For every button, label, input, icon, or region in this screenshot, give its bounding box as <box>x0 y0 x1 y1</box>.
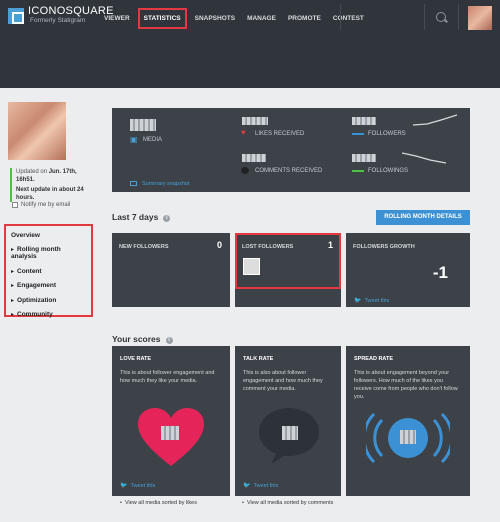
profile-update-info: Updated on Jun. 17th, 16h51. Next update… <box>10 168 94 202</box>
summary-snapshot-link[interactable]: Summary snapshot <box>130 181 189 187</box>
tweet-growth-link[interactable]: 🐦 Tweet this <box>354 297 389 304</box>
talk-rate-value-blurred <box>282 426 298 440</box>
last7-title: Last 7 days i <box>112 212 171 222</box>
twitter-icon: 🐦 <box>354 298 362 304</box>
menu-rolling-month[interactable]: Rolling month analysis <box>11 246 86 260</box>
nav-contest[interactable]: CONTEST <box>327 8 370 29</box>
spread-rate-card: SPREAD RATE This is about engagement bey… <box>346 346 470 496</box>
rolling-month-details-button[interactable]: ROLLING MONTH DETAILS <box>376 210 470 225</box>
twitter-icon: 🐦 <box>120 483 128 489</box>
top-navigation-bar: ICONOSQUARE Formerly Statigram VIEWER ST… <box>0 0 500 88</box>
followings-label: FOLLOWINGS <box>368 168 409 174</box>
new-followers-label: NEW FOLLOWERS <box>119 244 169 250</box>
view-all-comments-link[interactable]: View all media sorted by comments <box>242 500 333 506</box>
nav-divider <box>340 4 341 30</box>
tweet-love-link[interactable]: 🐦 Tweet this <box>120 482 155 489</box>
scores-title-text: Your scores <box>112 334 161 344</box>
talk-rate-title: TALK RATE <box>243 356 274 362</box>
followings-arrow-icon <box>352 170 364 172</box>
media-label: MEDIA <box>143 137 163 143</box>
spread-rate-desc: This is about engagement beyond your fol… <box>354 370 458 400</box>
love-rate-card: LOVE RATE This is about follower engagem… <box>112 346 230 496</box>
notify-email-option[interactable]: Notify me by email <box>12 202 70 208</box>
followers-arrow-icon <box>352 133 364 135</box>
tweet-growth-label: Tweet this <box>364 298 390 304</box>
new-followers-box: NEW FOLLOWERS 0 <box>112 233 230 307</box>
followers-growth-box: FOLLOWERS GROWTH -1 <box>346 233 470 307</box>
menu-community[interactable]: Community <box>11 311 86 318</box>
nav-viewer[interactable]: VIEWER <box>98 8 136 29</box>
spread-rate-value-blurred <box>400 430 416 444</box>
search-icon[interactable] <box>436 12 446 22</box>
followers-growth-value: -1 <box>432 263 448 282</box>
next-update: Next update in about 24 hours. <box>16 187 84 201</box>
talk-rate-card: TALK RATE This is also about follower en… <box>235 346 341 496</box>
notify-label: Notify me by email <box>21 202 71 208</box>
menu-content[interactable]: Content <box>11 268 86 275</box>
view-all-likes-link[interactable]: View all media sorted by likes <box>120 500 197 506</box>
scores-title: Your scores i <box>112 334 173 344</box>
followers-trend-icon <box>413 114 457 126</box>
followers-label: FOLLOWERS <box>368 131 406 137</box>
menu-optimization[interactable]: Optimization <box>11 297 86 304</box>
notify-checkbox[interactable] <box>12 202 18 208</box>
profile-avatar <box>8 102 66 160</box>
info-icon[interactable]: i <box>163 215 171 222</box>
talk-rate-desc: This is also about follower engagement a… <box>243 370 323 392</box>
nav-promote[interactable]: PROMOTE <box>282 8 327 29</box>
snapshot-icon <box>130 181 137 187</box>
menu-overview[interactable]: Overview <box>11 232 86 239</box>
nav-statistics[interactable]: STATISTICS <box>137 8 187 29</box>
followers-growth-label: FOLLOWERS GROWTH <box>353 244 415 250</box>
comments-count-blurred <box>242 154 266 162</box>
media-count-blurred <box>130 119 156 131</box>
new-followers-value: 0 <box>216 240 222 250</box>
nav-divider <box>424 4 425 30</box>
followings-trend-icon <box>402 152 446 164</box>
tweet-love-label: Tweet this <box>130 483 156 489</box>
love-rate-title: LOVE RATE <box>120 356 152 362</box>
main-nav: VIEWER STATISTICS SNAPSHOTS MANAGE PROMO… <box>98 8 370 29</box>
user-avatar[interactable] <box>468 6 492 30</box>
nav-divider <box>458 4 459 30</box>
comments-label: COMMENTS RECEIVED <box>255 168 323 174</box>
info-icon[interactable]: i <box>165 337 173 344</box>
heart-icon: ♥ <box>241 128 246 137</box>
love-rate-value-blurred <box>161 426 179 440</box>
side-menu: Overview Rolling month analysis Content … <box>4 224 93 318</box>
camera-icon: ▣ <box>130 135 138 144</box>
followings-count-blurred <box>352 154 376 162</box>
spread-rate-title: SPREAD RATE <box>354 356 394 362</box>
tweet-talk-label: Tweet this <box>253 483 279 489</box>
menu-engagement[interactable]: Engagement <box>11 282 86 289</box>
last7-title-text: Last 7 days <box>112 212 159 222</box>
updated-prefix: Updated on <box>16 169 48 175</box>
nav-snapshots[interactable]: SNAPSHOTS <box>189 8 241 29</box>
updated-line: Updated on Jun. 17th, 16h51. <box>16 168 94 184</box>
twitter-icon: 🐦 <box>243 483 251 489</box>
nav-manage[interactable]: MANAGE <box>241 8 282 29</box>
likes-label: LIKES RECEIVED <box>255 131 305 137</box>
followers-count-blurred <box>352 117 376 125</box>
comment-bubble-icon <box>241 167 249 174</box>
summary-snapshot-label: Summary snapshot <box>142 181 190 187</box>
love-rate-desc: This is about follower engagement and ho… <box>120 370 215 384</box>
likes-count-blurred <box>242 117 268 125</box>
tweet-talk-link[interactable]: 🐦 Tweet this <box>243 482 278 489</box>
lost-follower-thumbnail[interactable] <box>243 258 260 275</box>
logo-icon <box>8 7 24 24</box>
